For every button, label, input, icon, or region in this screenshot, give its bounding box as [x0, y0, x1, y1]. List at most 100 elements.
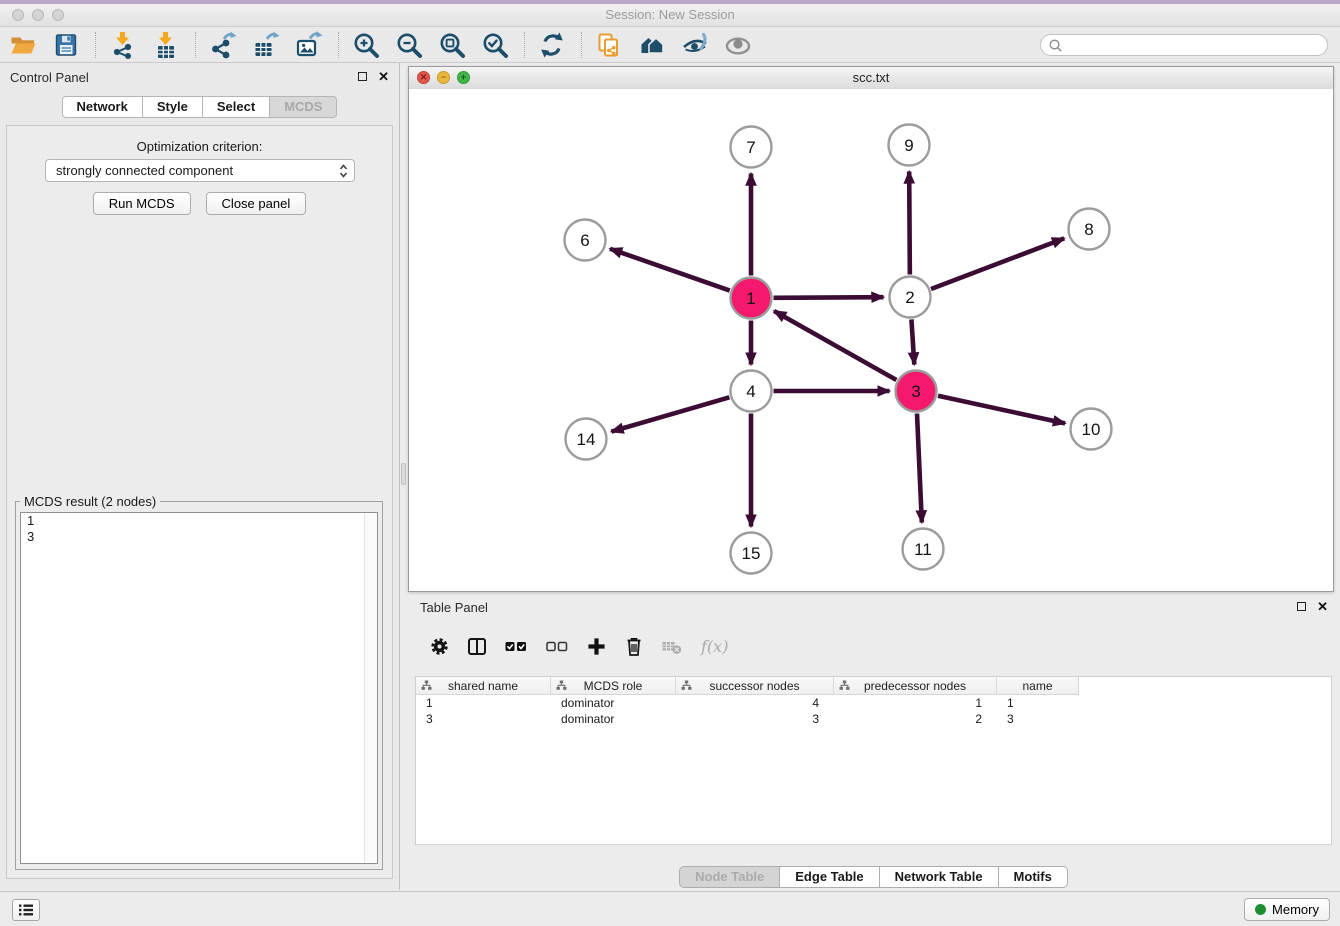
criterion-select[interactable]: strongly connected component [45, 159, 355, 182]
task-history-button[interactable] [12, 899, 40, 921]
edge-2-8[interactable] [931, 238, 1064, 289]
column-header-successor-nodes[interactable]: successor nodes [676, 677, 834, 694]
node-8[interactable]: 8 [1069, 209, 1110, 250]
node-9[interactable]: 9 [889, 125, 930, 166]
node-3[interactable]: 3 [896, 371, 937, 412]
result-item[interactable]: 1 [21, 513, 377, 529]
export-network-button[interactable] [208, 30, 238, 60]
float-panel-icon[interactable] [358, 72, 367, 81]
tab-node-table[interactable]: Node Table [679, 866, 780, 888]
search-field[interactable] [1040, 34, 1328, 56]
edge-3-11[interactable] [917, 413, 922, 522]
open-session-button[interactable] [8, 30, 38, 60]
table-row[interactable]: 3dominator323 [416, 711, 1331, 727]
tab-edge-table[interactable]: Edge Table [780, 866, 879, 888]
cell-successor-nodes[interactable]: 4 [676, 695, 834, 711]
edge-1-2[interactable] [773, 297, 883, 298]
cell-mcds-role[interactable]: dominator [551, 695, 676, 711]
panel-splitter[interactable] [400, 63, 408, 590]
delete-table-button[interactable] [662, 637, 682, 655]
tab-mcds[interactable]: MCDS [270, 96, 337, 118]
cell-predecessor-nodes[interactable]: 2 [834, 711, 997, 727]
result-scrollbar[interactable] [364, 513, 377, 863]
minimize-window-icon[interactable] [32, 9, 44, 21]
cell-shared-name[interactable]: 1 [416, 695, 551, 711]
refresh-button[interactable] [537, 30, 567, 60]
node-6[interactable]: 6 [565, 220, 606, 261]
node-2[interactable]: 2 [890, 277, 931, 318]
edge-4-14[interactable] [611, 397, 729, 431]
float-table-panel-icon[interactable] [1297, 602, 1306, 611]
zoom-out-button[interactable] [394, 30, 424, 60]
node-11[interactable]: 11 [903, 529, 944, 570]
close-window-icon[interactable] [12, 9, 24, 21]
tab-select[interactable]: Select [203, 96, 270, 118]
delete-column-button[interactable] [625, 636, 643, 657]
network-canvas[interactable]: 7 9 6 8 1 2 4 3 14 10 15 11 [409, 89, 1333, 591]
tab-style[interactable]: Style [143, 96, 203, 118]
select-all-button[interactable] [505, 640, 527, 653]
table-settings-button[interactable] [430, 637, 449, 656]
column-header-mcds-role[interactable]: MCDS role [551, 677, 676, 694]
edge-2-9[interactable] [909, 171, 910, 274]
splitter-grip-icon[interactable] [401, 463, 406, 485]
tab-motifs[interactable]: Motifs [999, 866, 1068, 888]
deselect-all-button[interactable] [546, 640, 568, 653]
zoom-selected-button[interactable] [480, 30, 510, 60]
cell-predecessor-nodes[interactable]: 1 [834, 695, 997, 711]
network-window-titlebar[interactable]: ✕ − + scc.txt [409, 67, 1333, 90]
show-graphics-details-icon [724, 31, 752, 59]
export-image-button[interactable] [294, 30, 324, 60]
show-graphics-details-button[interactable] [723, 30, 753, 60]
run-mcds-button[interactable]: Run MCDS [93, 192, 191, 215]
column-tree-icon [556, 680, 567, 691]
control-panel-tabs: NetworkStyleSelectMCDS [0, 96, 399, 118]
column-header-shared-name[interactable]: shared name [416, 677, 551, 694]
zoom-window-icon[interactable] [52, 9, 64, 21]
edge-1-6[interactable] [610, 249, 730, 291]
edge-3-1[interactable] [774, 311, 896, 380]
zoom-in-button[interactable] [351, 30, 381, 60]
hide-graphics-details-button[interactable] [680, 30, 710, 60]
tab-network[interactable]: Network [62, 96, 143, 118]
home-button[interactable] [637, 30, 667, 60]
column-header-predecessor-nodes[interactable]: predecessor nodes [834, 677, 997, 694]
node-14[interactable]: 14 [566, 419, 607, 460]
column-header-name[interactable]: name [997, 677, 1078, 694]
memory-button[interactable]: Memory [1244, 898, 1330, 921]
zoom-fit-button[interactable] [437, 30, 467, 60]
minimize-view-icon[interactable]: − [437, 71, 450, 84]
tab-network-table[interactable]: Network Table [880, 866, 999, 888]
table-header-row: shared nameMCDS rolesuccessor nodesprede… [416, 677, 1079, 695]
import-table-button[interactable] [151, 30, 181, 60]
import-network-button[interactable] [108, 30, 138, 60]
maximize-view-icon[interactable]: + [457, 71, 470, 84]
edge-2-3[interactable] [911, 319, 914, 364]
result-item[interactable]: 3 [21, 529, 377, 545]
node-1[interactable]: 1 [731, 278, 772, 319]
table-row[interactable]: 1dominator411 [416, 695, 1331, 711]
save-session-button[interactable] [51, 30, 81, 60]
cell-name[interactable]: 3 [997, 711, 1078, 727]
node-15[interactable]: 15 [731, 533, 772, 574]
window-titlebar: Session: New Session [0, 4, 1340, 27]
node-table[interactable]: shared nameMCDS rolesuccessor nodesprede… [415, 676, 1332, 845]
search-input[interactable] [1067, 37, 1327, 53]
node-10[interactable]: 10 [1071, 409, 1112, 450]
node-7[interactable]: 7 [731, 127, 772, 168]
close-panel-button[interactable]: Close panel [206, 192, 307, 215]
node-4[interactable]: 4 [731, 371, 772, 412]
cell-successor-nodes[interactable]: 3 [676, 711, 834, 727]
function-builder-button[interactable]: f(x) [701, 637, 728, 656]
cell-name[interactable]: 1 [997, 695, 1078, 711]
edge-3-10[interactable] [938, 396, 1065, 424]
add-column-button[interactable] [587, 637, 606, 656]
cell-mcds-role[interactable]: dominator [551, 711, 676, 727]
close-table-panel-icon[interactable]: ✕ [1317, 601, 1328, 612]
close-view-icon[interactable]: ✕ [417, 71, 430, 84]
show-columns-button[interactable] [468, 638, 486, 655]
cell-shared-name[interactable]: 3 [416, 711, 551, 727]
export-table-button[interactable] [251, 30, 281, 60]
close-panel-icon[interactable]: ✕ [378, 71, 389, 82]
clone-network-button[interactable] [594, 30, 624, 60]
